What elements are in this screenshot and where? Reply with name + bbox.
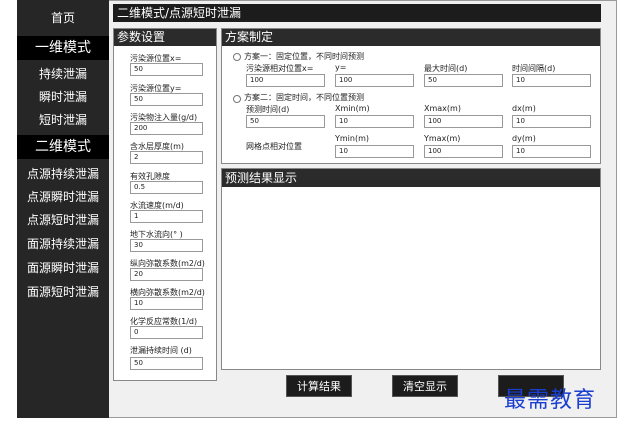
scheme2-radio[interactable] <box>233 95 241 103</box>
page-title: 二维模式/点源短时泄漏 <box>113 4 601 22</box>
scheme1-y-input[interactable]: 100 <box>335 74 414 87</box>
scheme1-field-label: 最大时间(d) <box>424 64 468 73</box>
scheme2-dy-input[interactable]: 10 <box>512 145 591 158</box>
scheme2-field-label: dy(m) <box>512 134 536 143</box>
sidebar-item-point-short[interactable]: 点源短时泄漏 <box>17 210 109 230</box>
compute-button[interactable]: 计算结果 <box>286 375 352 397</box>
scheme2-time-input[interactable]: 50 <box>246 115 325 128</box>
param-velocity-input[interactable]: 1 <box>130 210 203 223</box>
scheme1-label: 方案一：固定位置，不同时间预测 <box>244 52 364 61</box>
result-panel: 预测结果显示 <box>221 168 601 370</box>
scheme2-field-label: Xmin(m) <box>335 104 370 113</box>
scheme1-field-label: y= <box>335 63 347 72</box>
scheme-panel-title: 方案制定 <box>222 29 600 46</box>
param-transverse-input[interactable]: 10 <box>130 297 203 310</box>
param-thickness-input[interactable]: 2 <box>130 151 203 164</box>
scheme2-field-label: dx(m) <box>512 104 536 113</box>
param-porosity-input[interactable]: 0.5 <box>130 181 203 194</box>
sidebar-item-point-continuous[interactable]: 点源持续泄漏 <box>17 164 109 184</box>
param-injection-input[interactable]: 200 <box>130 122 203 135</box>
param-longitudinal-input[interactable]: 20 <box>130 268 203 281</box>
sidebar-item-area-continuous[interactable]: 面源持续泄漏 <box>17 234 109 254</box>
watermark: 最需教育 <box>504 388 597 413</box>
param-reaction-input[interactable]: 0 <box>130 326 203 339</box>
scheme1-x-input[interactable]: 100 <box>246 74 325 87</box>
sidebar-item-short[interactable]: 短时泄漏 <box>17 110 109 130</box>
grid-position-label: 网格点相对位置 <box>246 142 302 151</box>
param-source-y-input[interactable]: 50 <box>130 93 203 106</box>
params-panel-title: 参数设置 <box>114 29 216 46</box>
scheme2-xmax-input[interactable]: 100 <box>424 115 503 128</box>
scheme2-label: 方案二：固定时间，不同位置预测 <box>244 93 364 102</box>
sidebar-item-area-instant[interactable]: 面源瞬时泄漏 <box>17 258 109 278</box>
scheme1-radio[interactable] <box>233 53 241 61</box>
sidebar-section-1d[interactable]: 一维模式 <box>17 36 109 60</box>
param-source-x-input[interactable]: 50 <box>130 63 203 76</box>
scheme2-xmin-input[interactable]: 10 <box>335 115 414 128</box>
sidebar-item-instant[interactable]: 瞬时泄漏 <box>17 87 109 107</box>
scheme2-ymax-input[interactable]: 100 <box>424 145 503 158</box>
scheme1-max-time-input[interactable]: 50 <box>424 74 503 87</box>
scheme1-field-label: 时间间隔(d) <box>512 64 556 73</box>
param-duration-input[interactable]: 50 <box>130 357 203 370</box>
scheme2-field-label: 预测时间(d) <box>246 105 290 114</box>
result-panel-title: 预测结果显示 <box>222 169 600 187</box>
param-direction-input[interactable]: 30 <box>130 239 203 252</box>
param-label: 泄漏持续时间 (d) <box>130 346 192 355</box>
sidebar-item-continuous[interactable]: 持续泄漏 <box>17 64 109 84</box>
scheme2-ymin-input[interactable]: 10 <box>335 145 414 158</box>
sidebar-item-area-short[interactable]: 面源短时泄漏 <box>17 282 109 302</box>
params-panel: 参数设置 污染源位置x= 50 污染源位置y= 50 污染物注入量(g/d) 2… <box>113 28 217 381</box>
sidebar-item-point-instant[interactable]: 点源瞬时泄漏 <box>17 187 109 207</box>
scheme1-interval-input[interactable]: 10 <box>512 74 591 87</box>
clear-button[interactable]: 清空显示 <box>392 375 458 397</box>
scheme2-field-label: Xmax(m) <box>424 104 461 113</box>
scheme2-field-label: Ymin(m) <box>335 134 370 143</box>
scheme1-field-label: 污染源相对位置x= <box>246 64 314 73</box>
scheme2-dx-input[interactable]: 10 <box>512 115 591 128</box>
scheme-panel: 方案制定 方案一：固定位置，不同时间预测 污染源相对位置x= y= 最大时间(d… <box>221 28 601 164</box>
sidebar-section-2d[interactable]: 二维模式 <box>17 135 109 159</box>
scheme2-field-label: Ymax(m) <box>424 134 461 143</box>
sidebar: 首页 一维模式 持续泄漏 瞬时泄漏 短时泄漏 二维模式 点源持续泄漏 点源瞬时泄… <box>17 0 109 418</box>
sidebar-item-home[interactable]: 首页 <box>17 8 109 28</box>
